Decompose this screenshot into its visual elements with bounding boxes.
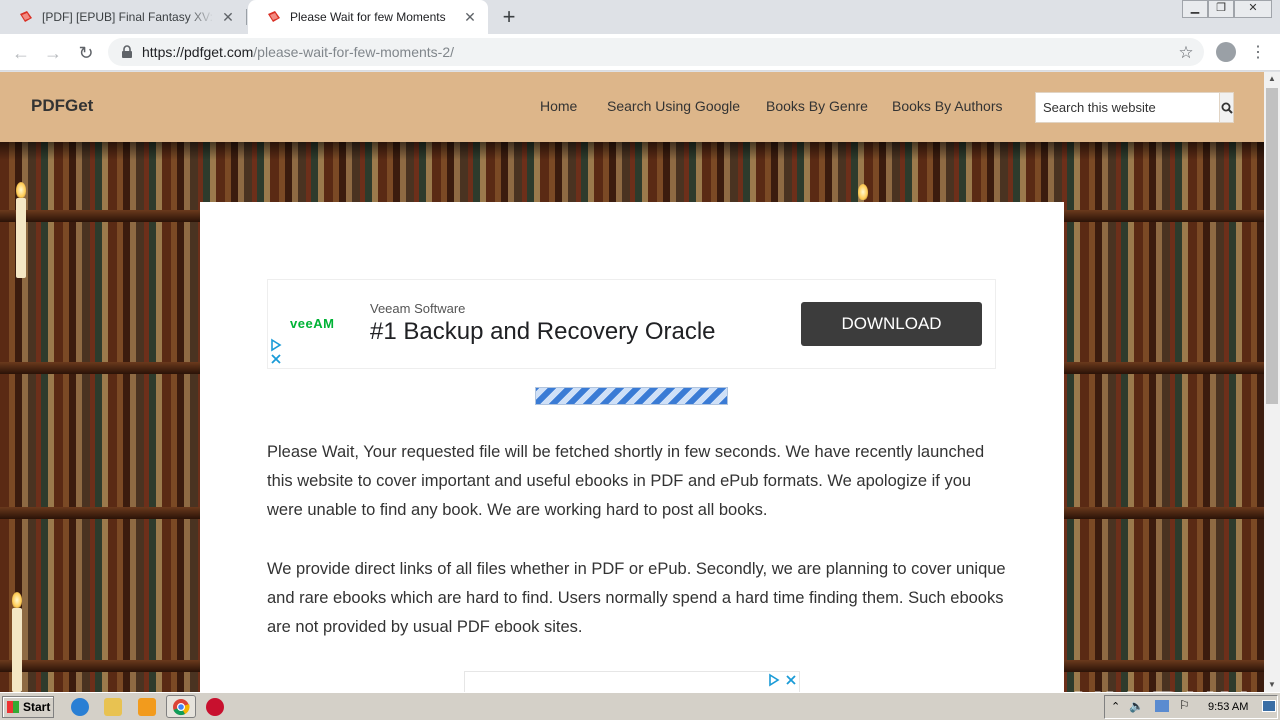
ad-banner[interactable]: veeAM Veeam Software #1 Backup and Recov… (267, 279, 996, 369)
new-tab-icon[interactable]: + (498, 6, 520, 29)
tab-strip: [PDF] [EPUB] Final Fantasy XV: The Dawn … (0, 0, 1280, 34)
veeam-logo: veeAM (290, 316, 335, 331)
explorer-icon[interactable] (104, 698, 122, 716)
media-player-icon[interactable] (138, 698, 156, 716)
search-icon (1221, 102, 1233, 114)
show-desktop-icon[interactable] (1262, 700, 1276, 712)
start-label: Start (23, 700, 51, 714)
site-title[interactable]: PDFGet (31, 96, 93, 116)
nav-search-google[interactable]: Search Using Google (607, 98, 740, 114)
candle-flame-icon (858, 184, 868, 200)
wait-paragraph: Please Wait, Your requested file will be… (267, 443, 985, 519)
ie-icon[interactable] (71, 698, 89, 716)
candle-icon (12, 608, 22, 692)
content-card: veeAM Veeam Software #1 Backup and Recov… (200, 202, 1064, 692)
nav-books-authors[interactable]: Books By Authors (892, 98, 1003, 114)
candle-icon (16, 198, 26, 278)
tab-separator (246, 9, 247, 25)
star-icon[interactable]: ☆ (1176, 43, 1196, 63)
volume-icon[interactable]: 🔈 (1129, 699, 1144, 713)
restore-icon[interactable]: ❐ (1208, 0, 1234, 18)
tab-title: [PDF] [EPUB] Final Fantasy XV: The Dawn … (42, 10, 214, 24)
site-search (1035, 92, 1234, 123)
page-viewport: PDFGet Home Search Using Google Books By… (0, 72, 1264, 692)
links-paragraph: We provide direct links of all files whe… (267, 560, 1006, 636)
url-path: /please-wait-for-few-moments-2/ (253, 44, 455, 60)
nav-books-genre[interactable]: Books By Genre (766, 98, 868, 114)
url-host: https://pdfget.com (142, 44, 254, 60)
page-scrollbar[interactable]: ▲ ▼ (1264, 72, 1280, 692)
minimize-icon[interactable]: ▁ (1182, 0, 1208, 18)
shelf-shadow (0, 142, 1264, 160)
reload-icon[interactable]: ↻ (75, 42, 97, 64)
tab-title: Please Wait for few Moments (290, 10, 446, 24)
site-header: PDFGet Home Search Using Google Books By… (0, 72, 1264, 142)
tab-close-icon[interactable]: ✕ (220, 9, 236, 25)
network-icon[interactable] (1155, 700, 1169, 712)
profile-icon[interactable] (1216, 42, 1236, 62)
search-input[interactable] (1036, 93, 1219, 122)
back-icon[interactable]: ← (10, 42, 32, 64)
forward-icon[interactable]: → (42, 42, 64, 64)
anyrun-watermark: ANY RUN (1038, 682, 1252, 692)
clock[interactable]: 9:53 AM (1208, 701, 1248, 713)
ad-choices-icon[interactable] (767, 673, 799, 687)
scroll-thumb[interactable] (1266, 88, 1278, 404)
ad-advertiser: Veeam Software (370, 301, 466, 316)
windows-flag-icon (7, 701, 19, 713)
search-button[interactable] (1219, 93, 1233, 122)
window-close-icon[interactable]: ✕ (1234, 0, 1272, 18)
tab-please-wait[interactable]: Please Wait for few Moments ✕ (248, 0, 488, 34)
ad-download-button[interactable]: DOWNLOAD (801, 302, 982, 346)
pdf-favicon-icon (268, 11, 280, 22)
action-center-icon[interactable]: ⚐ (1179, 698, 1190, 712)
nav-home[interactable]: Home (540, 98, 577, 114)
ad-choices-icon[interactable] (270, 338, 282, 366)
loading-progress-bar (535, 387, 728, 405)
ad-banner-bottom[interactable] (464, 671, 800, 692)
candle-flame-icon (12, 592, 22, 608)
tab-final-fantasy[interactable]: [PDF] [EPUB] Final Fantasy XV: The Dawn … (0, 0, 246, 34)
candle-flame-icon (16, 182, 26, 198)
scroll-up-icon[interactable]: ▲ (1264, 72, 1280, 86)
menu-icon[interactable]: ⋮ (1250, 42, 1266, 64)
opera-icon[interactable] (206, 698, 224, 716)
taskbar: Start ⌃ 🔈 ⚐ 9:53 AM (0, 692, 1280, 720)
lock-icon (122, 45, 132, 58)
tray-expand-icon[interactable]: ⌃ (1111, 700, 1120, 713)
address-toolbar: ← → ↻ https://pdfget.com/please-wait-for… (0, 34, 1280, 71)
scroll-down-icon[interactable]: ▼ (1264, 678, 1280, 692)
ad-headline[interactable]: #1 Backup and Recovery Oracle (370, 318, 716, 346)
chrome-icon (173, 699, 190, 716)
pdf-favicon-icon (20, 11, 32, 22)
tab-close-icon[interactable]: ✕ (462, 9, 478, 25)
start-button[interactable]: Start (2, 696, 54, 718)
system-tray: ⌃ 🔈 ⚐ (1104, 695, 1278, 719)
chrome-taskbar-button[interactable] (166, 695, 196, 718)
address-bar[interactable]: https://pdfget.com/please-wait-for-few-m… (108, 38, 1204, 66)
